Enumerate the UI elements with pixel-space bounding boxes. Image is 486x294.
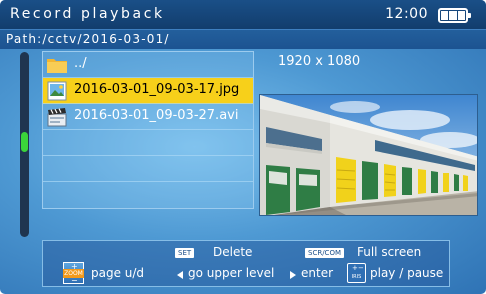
path-bar: Path:/cctv/2016-03-01/ xyxy=(0,30,486,49)
file-name: 2016-03-01_09-03-27.avi xyxy=(74,108,239,123)
video-file-icon xyxy=(47,108,67,127)
file-row-jpg[interactable]: 2016-03-01_09-03-17.jpg xyxy=(43,78,253,104)
fullscreen-hint: Full screen xyxy=(357,245,422,259)
battery-full-icon xyxy=(438,8,471,23)
empty-row xyxy=(43,156,253,182)
file-name: 2016-03-01_09-03-17.jpg xyxy=(74,82,240,97)
image-resolution: 1920 x 1080 xyxy=(278,54,361,69)
file-list: ../ 2016-03-01_09-03-17.jpg 2016-03-01_0… xyxy=(42,51,254,209)
help-bar: SET Delete SCR/COM Full screen + ZOOM − … xyxy=(42,240,450,287)
image-file-icon xyxy=(47,81,67,101)
zoom-key-icon: + ZOOM − xyxy=(63,262,84,285)
record-playback-screen: Record playback 12:00 Path:/cctv/2016-03… xyxy=(0,0,486,294)
scrollbar-thumb[interactable] xyxy=(21,132,28,152)
empty-row xyxy=(43,130,253,156)
set-key-badge: SET xyxy=(175,248,195,258)
iris-key-icon: + − IRIS xyxy=(347,263,366,283)
enter-hint: enter xyxy=(301,266,334,280)
empty-row xyxy=(43,182,253,208)
upper-level-hint: go upper level xyxy=(188,266,275,280)
file-name: ../ xyxy=(74,56,87,71)
screen-title: Record playback xyxy=(10,6,165,22)
play-pause-hint: play / pause xyxy=(370,266,444,280)
current-path: Path:/cctv/2016-03-01/ xyxy=(6,32,170,46)
title-bar: Record playback 12:00 xyxy=(0,0,486,30)
warehouse-photo xyxy=(260,95,477,215)
scrcom-key-badge: SCR/COM xyxy=(305,248,344,258)
folder-icon xyxy=(47,59,67,73)
file-row-avi[interactable]: 2016-03-01_09-03-27.avi xyxy=(43,104,253,130)
right-arrow-icon xyxy=(290,271,296,279)
clock: 12:00 xyxy=(385,6,428,22)
delete-hint: Delete xyxy=(213,245,253,259)
left-arrow-icon xyxy=(177,271,183,279)
scrollbar[interactable] xyxy=(20,52,29,237)
file-row-parent[interactable]: ../ xyxy=(43,52,253,78)
image-preview xyxy=(259,94,478,216)
page-hint: page u/d xyxy=(91,266,145,280)
